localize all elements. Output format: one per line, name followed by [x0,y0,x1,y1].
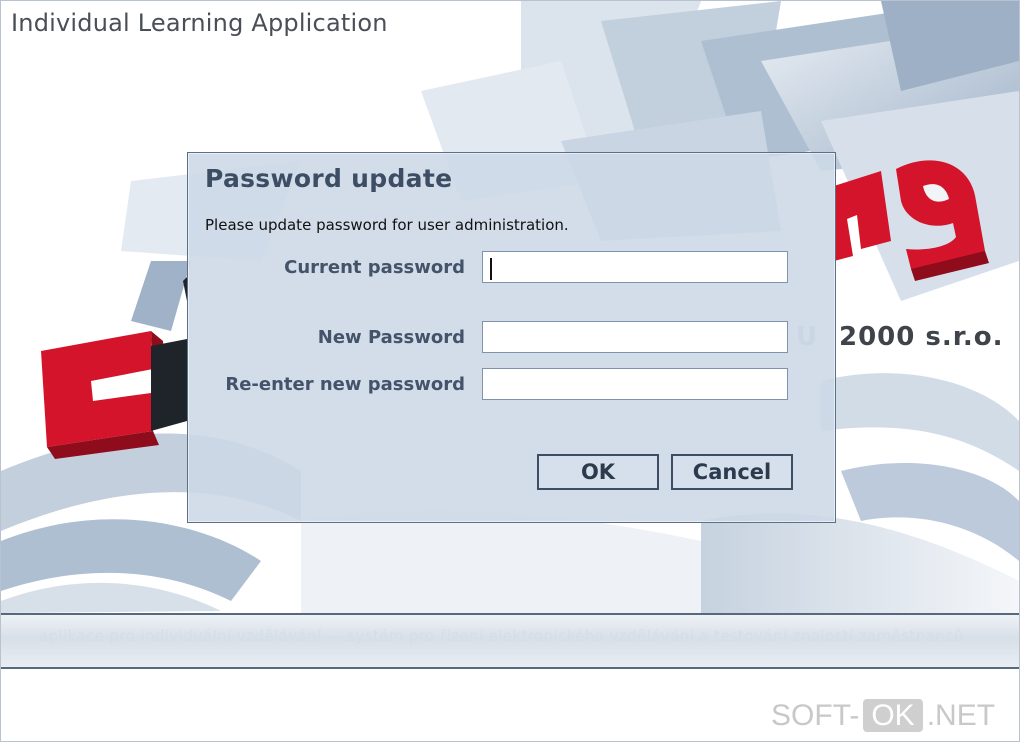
dialog-message: Please update password for user administ… [205,216,569,234]
app-title: Individual Learning Application [11,9,388,37]
ok-button[interactable]: OK [537,454,659,490]
new-password-label: New Password [317,327,465,348]
footer-text: aplikace pro individuální vzdělávání — s… [39,627,964,645]
current-password-label: Current password [284,257,465,278]
cancel-button[interactable]: Cancel [671,454,793,490]
current-password-input[interactable] [482,251,788,283]
reenter-password-input[interactable] [482,368,788,400]
new-password-input[interactable] [482,321,788,353]
watermark-suffix: .NET [926,699,996,732]
company-name: 2000 s.r.o. [839,322,1004,352]
application-window: Individual Learning Application U 2000 s… [0,0,1020,742]
text-cursor [490,258,492,280]
watermark-ok: OK [863,699,923,732]
watermark-prefix: SOFT- [771,699,860,732]
password-update-dialog: Password update Please update password f… [187,152,836,523]
watermark: SOFT- OK .NET [771,699,995,733]
reenter-password-label: Re-enter new password [225,374,465,395]
dialog-title: Password update [205,164,453,193]
logo-letter-e [41,331,165,459]
